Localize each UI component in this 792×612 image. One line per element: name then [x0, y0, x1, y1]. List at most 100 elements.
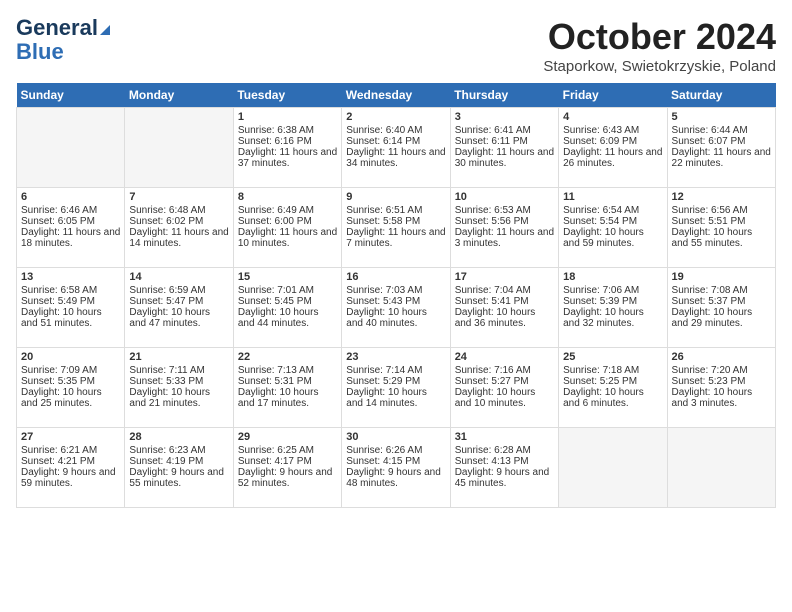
sunset-text: Sunset: 5:29 PM [346, 376, 420, 387]
sunrise-text: Sunrise: 7:14 AM [346, 365, 422, 376]
daylight-text: Daylight: 10 hours and 3 minutes. [672, 387, 753, 409]
day-number: 25 [563, 351, 662, 363]
daylight-text: Daylight: 11 hours and 22 minutes. [672, 147, 771, 169]
sunrise-text: Sunrise: 7:09 AM [21, 365, 97, 376]
sunset-text: Sunset: 5:37 PM [672, 296, 746, 307]
sunset-text: Sunset: 5:39 PM [563, 296, 637, 307]
sunrise-text: Sunrise: 6:56 AM [672, 205, 748, 216]
daylight-text: Daylight: 10 hours and 25 minutes. [21, 387, 102, 409]
calendar-cell [17, 108, 125, 188]
daylight-text: Daylight: 10 hours and 29 minutes. [672, 307, 753, 329]
daylight-text: Daylight: 11 hours and 10 minutes. [238, 227, 337, 249]
sunrise-text: Sunrise: 7:18 AM [563, 365, 639, 376]
sunrise-text: Sunrise: 6:38 AM [238, 125, 314, 136]
sunrise-text: Sunrise: 7:08 AM [672, 285, 748, 296]
sunset-text: Sunset: 5:49 PM [21, 296, 95, 307]
sunset-text: Sunset: 5:27 PM [455, 376, 529, 387]
day-number: 15 [238, 271, 337, 283]
day-number: 2 [346, 111, 445, 123]
calendar-cell: 1 Sunrise: 6:38 AM Sunset: 6:16 PM Dayli… [233, 108, 341, 188]
col-friday: Friday [559, 83, 667, 108]
daylight-text: Daylight: 11 hours and 3 minutes. [455, 227, 554, 249]
calendar-cell: 6 Sunrise: 6:46 AM Sunset: 6:05 PM Dayli… [17, 188, 125, 268]
day-number: 10 [455, 191, 554, 203]
day-number: 24 [455, 351, 554, 363]
day-number: 5 [672, 111, 771, 123]
calendar-cell: 12 Sunrise: 6:56 AM Sunset: 5:51 PM Dayl… [667, 188, 775, 268]
calendar-cell: 24 Sunrise: 7:16 AM Sunset: 5:27 PM Dayl… [450, 348, 558, 428]
calendar-cell: 20 Sunrise: 7:09 AM Sunset: 5:35 PM Dayl… [17, 348, 125, 428]
daylight-text: Daylight: 10 hours and 55 minutes. [672, 227, 753, 249]
day-number: 7 [129, 191, 228, 203]
sunset-text: Sunset: 4:21 PM [21, 456, 95, 467]
daylight-text: Daylight: 11 hours and 37 minutes. [238, 147, 337, 169]
sunset-text: Sunset: 5:25 PM [563, 376, 637, 387]
sunrise-text: Sunrise: 7:13 AM [238, 365, 314, 376]
daylight-text: Daylight: 11 hours and 26 minutes. [563, 147, 662, 169]
calendar-cell: 3 Sunrise: 6:41 AM Sunset: 6:11 PM Dayli… [450, 108, 558, 188]
day-number: 14 [129, 271, 228, 283]
sunrise-text: Sunrise: 7:04 AM [455, 285, 531, 296]
calendar-cell: 8 Sunrise: 6:49 AM Sunset: 6:00 PM Dayli… [233, 188, 341, 268]
col-sunday: Sunday [17, 83, 125, 108]
sunset-text: Sunset: 5:58 PM [346, 216, 420, 227]
logo-arrow-icon [100, 25, 110, 35]
week-row-2: 6 Sunrise: 6:46 AM Sunset: 6:05 PM Dayli… [17, 188, 776, 268]
calendar-cell: 16 Sunrise: 7:03 AM Sunset: 5:43 PM Dayl… [342, 268, 450, 348]
sunrise-text: Sunrise: 6:40 AM [346, 125, 422, 136]
day-number: 21 [129, 351, 228, 363]
daylight-text: Daylight: 10 hours and 21 minutes. [129, 387, 210, 409]
sunset-text: Sunset: 6:07 PM [672, 136, 746, 147]
sunset-text: Sunset: 4:13 PM [455, 456, 529, 467]
day-number: 17 [455, 271, 554, 283]
sunrise-text: Sunrise: 6:59 AM [129, 285, 205, 296]
week-row-4: 20 Sunrise: 7:09 AM Sunset: 5:35 PM Dayl… [17, 348, 776, 428]
sunset-text: Sunset: 5:31 PM [238, 376, 312, 387]
calendar-cell: 9 Sunrise: 6:51 AM Sunset: 5:58 PM Dayli… [342, 188, 450, 268]
daylight-text: Daylight: 10 hours and 44 minutes. [238, 307, 319, 329]
calendar-cell [667, 428, 775, 508]
day-number: 12 [672, 191, 771, 203]
day-number: 30 [346, 431, 445, 443]
sunset-text: Sunset: 6:05 PM [21, 216, 95, 227]
sunrise-text: Sunrise: 6:54 AM [563, 205, 639, 216]
sunrise-text: Sunrise: 7:20 AM [672, 365, 748, 376]
day-number: 1 [238, 111, 337, 123]
daylight-text: Daylight: 10 hours and 17 minutes. [238, 387, 319, 409]
daylight-text: Daylight: 11 hours and 7 minutes. [346, 227, 445, 249]
day-number: 8 [238, 191, 337, 203]
col-monday: Monday [125, 83, 233, 108]
sunset-text: Sunset: 5:56 PM [455, 216, 529, 227]
daylight-text: Daylight: 10 hours and 51 minutes. [21, 307, 102, 329]
week-row-1: 1 Sunrise: 6:38 AM Sunset: 6:16 PM Dayli… [17, 108, 776, 188]
sunset-text: Sunset: 4:17 PM [238, 456, 312, 467]
sunset-text: Sunset: 6:09 PM [563, 136, 637, 147]
daylight-text: Daylight: 11 hours and 18 minutes. [21, 227, 120, 249]
month-title: October 2024 [543, 16, 776, 58]
calendar-cell: 13 Sunrise: 6:58 AM Sunset: 5:49 PM Dayl… [17, 268, 125, 348]
day-number: 16 [346, 271, 445, 283]
sunset-text: Sunset: 4:19 PM [129, 456, 203, 467]
sunrise-text: Sunrise: 6:48 AM [129, 205, 205, 216]
calendar-cell: 14 Sunrise: 6:59 AM Sunset: 5:47 PM Dayl… [125, 268, 233, 348]
daylight-text: Daylight: 10 hours and 6 minutes. [563, 387, 644, 409]
daylight-text: Daylight: 9 hours and 48 minutes. [346, 467, 441, 489]
daylight-text: Daylight: 9 hours and 59 minutes. [21, 467, 116, 489]
week-row-3: 13 Sunrise: 6:58 AM Sunset: 5:49 PM Dayl… [17, 268, 776, 348]
daylight-text: Daylight: 9 hours and 55 minutes. [129, 467, 224, 489]
sunrise-text: Sunrise: 6:51 AM [346, 205, 422, 216]
sunrise-text: Sunrise: 6:41 AM [455, 125, 531, 136]
calendar-cell [559, 428, 667, 508]
daylight-text: Daylight: 11 hours and 34 minutes. [346, 147, 445, 169]
col-thursday: Thursday [450, 83, 558, 108]
sunset-text: Sunset: 6:02 PM [129, 216, 203, 227]
sunrise-text: Sunrise: 6:43 AM [563, 125, 639, 136]
logo: General Blue [16, 16, 110, 64]
sunrise-text: Sunrise: 6:23 AM [129, 445, 205, 456]
calendar-cell: 27 Sunrise: 6:21 AM Sunset: 4:21 PM Dayl… [17, 428, 125, 508]
calendar-cell: 19 Sunrise: 7:08 AM Sunset: 5:37 PM Dayl… [667, 268, 775, 348]
day-number: 29 [238, 431, 337, 443]
calendar-cell: 22 Sunrise: 7:13 AM Sunset: 5:31 PM Dayl… [233, 348, 341, 428]
day-number: 6 [21, 191, 120, 203]
calendar-cell: 26 Sunrise: 7:20 AM Sunset: 5:23 PM Dayl… [667, 348, 775, 428]
